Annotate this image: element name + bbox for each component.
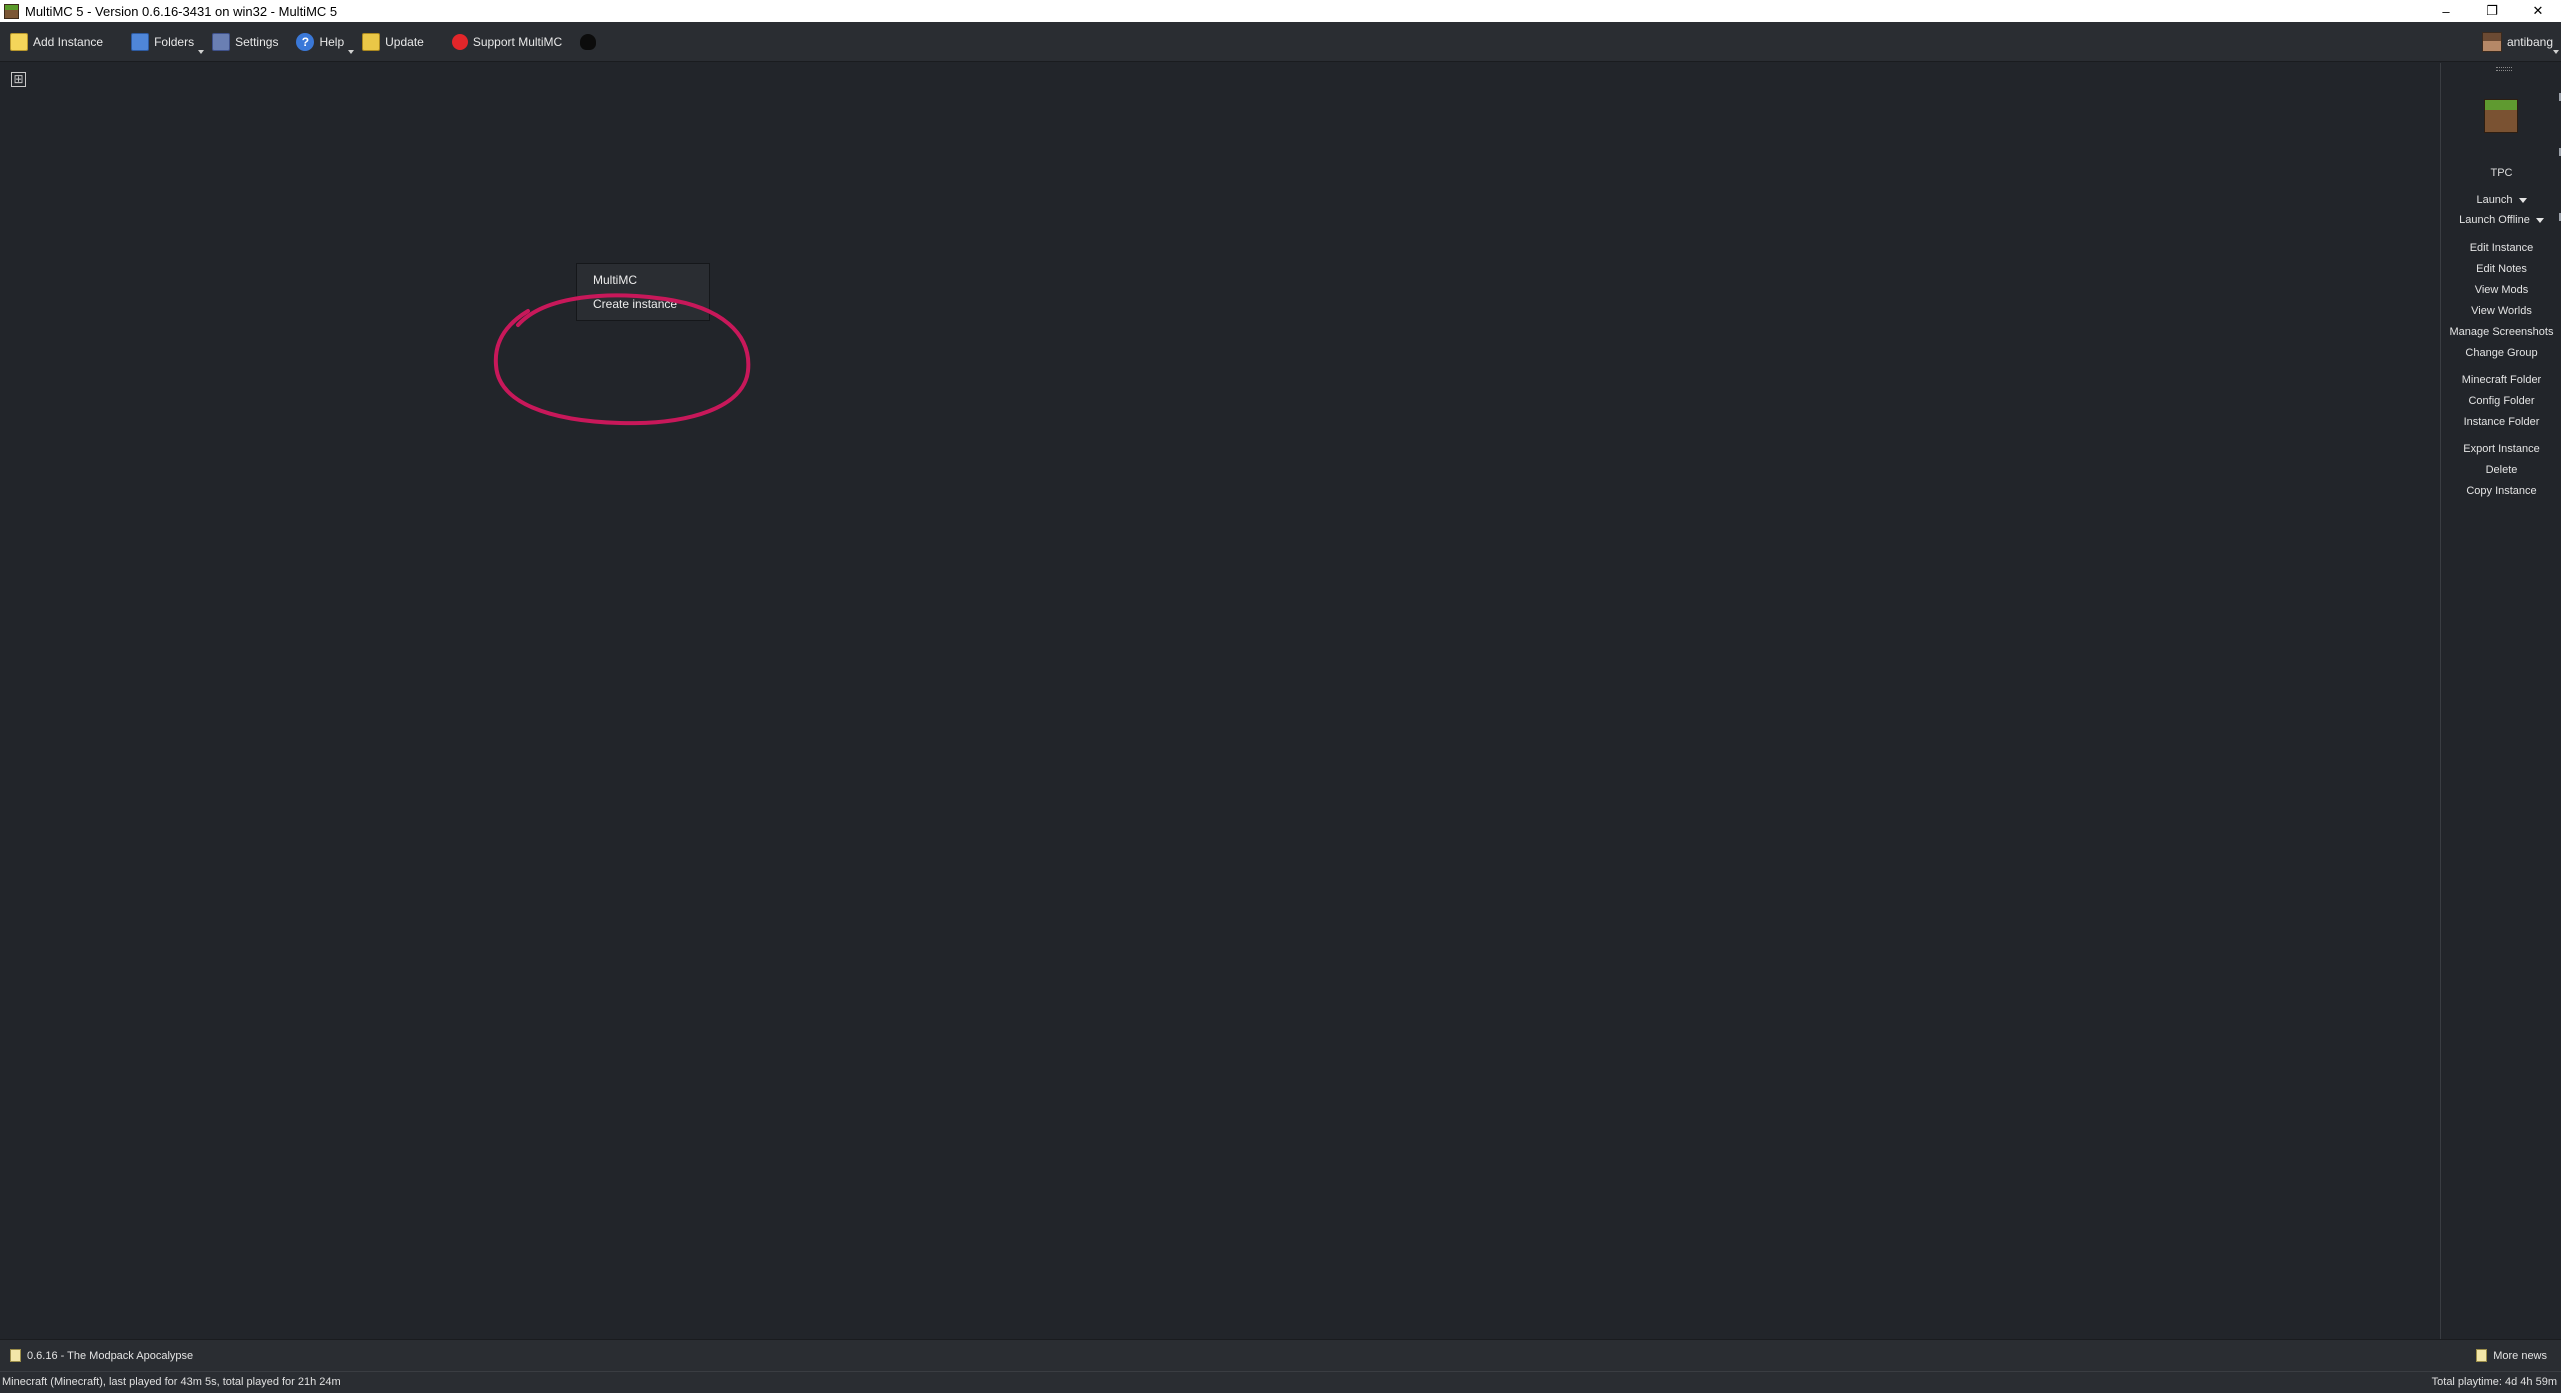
main-toolbar: Add Instance Folders Settings ? Help Upd…: [0, 22, 2561, 62]
status-bar: Minecraft (Minecraft), last played for 4…: [0, 1371, 2561, 1393]
instance-folder-button[interactable]: Instance Folder: [2441, 413, 2561, 431]
news-headline-button[interactable]: 0.6.16 - The Modpack Apocalypse: [10, 1349, 193, 1362]
context-menu: MultiMC Create instance: [576, 263, 710, 321]
copy-instance-button[interactable]: Copy Instance: [2441, 482, 2561, 500]
more-news-label: More news: [2493, 1349, 2547, 1362]
settings-icon: [212, 32, 231, 51]
window-controls: – ❐ ✕: [2423, 0, 2561, 22]
add-instance-button[interactable]: Add Instance: [2, 27, 111, 57]
folders-label: Folders: [154, 34, 195, 49]
grass-block-icon[interactable]: [2484, 99, 2518, 133]
avatar: [2481, 32, 2502, 52]
launch-button[interactable]: Launch: [2441, 191, 2561, 209]
view-worlds-button[interactable]: View Worlds: [2441, 302, 2561, 320]
help-label: Help: [319, 34, 345, 49]
news-icon: [2476, 1349, 2488, 1362]
instance-status: Minecraft (Minecraft), last played for 4…: [2, 1376, 341, 1388]
instance-view[interactable]: ⊞ MultiMC Create instance: [0, 63, 2440, 1339]
account-menu[interactable]: antibang: [2481, 27, 2559, 57]
minecraft-folder-button[interactable]: Minecraft Folder: [2441, 371, 2561, 389]
folders-button[interactable]: Folders: [123, 27, 205, 57]
view-mods-button[interactable]: View Mods: [2441, 281, 2561, 299]
launch-offline-button[interactable]: Launch Offline: [2441, 211, 2561, 229]
export-instance-button[interactable]: Export Instance: [2441, 440, 2561, 458]
create-instance-menu-item[interactable]: Create instance: [577, 292, 709, 316]
update-button[interactable]: Update: [354, 27, 432, 57]
support-label: Support MultiMC: [472, 34, 563, 49]
account-name: antibang: [2506, 35, 2553, 49]
edit-notes-button[interactable]: Edit Notes: [2441, 260, 2561, 278]
title-bar: MultiMC 5 - Version 0.6.16-3431 on win32…: [0, 0, 2561, 22]
edit-instance-button[interactable]: Edit Instance: [2441, 239, 2561, 257]
total-playtime: Total playtime: 4d 4h 59m: [2431, 1376, 2557, 1388]
add-instance-label: Add Instance: [33, 34, 104, 49]
support-button[interactable]: Support MultiMC: [444, 27, 570, 57]
more-news-button[interactable]: More news: [2476, 1349, 2547, 1362]
news-icon: [10, 1349, 21, 1362]
window-title: MultiMC 5 - Version 0.6.16-3431 on win32…: [25, 3, 338, 19]
help-button[interactable]: ? Help: [288, 27, 355, 57]
add-instance-icon: [10, 32, 28, 51]
news-bar: 0.6.16 - The Modpack Apocalypse More new…: [0, 1339, 2561, 1371]
settings-button[interactable]: Settings: [204, 27, 286, 57]
chevron-down-icon: [2518, 197, 2527, 203]
drag-handle[interactable]: [2496, 67, 2512, 71]
minimize-button[interactable]: –: [2423, 0, 2469, 22]
manage-screenshots-button[interactable]: Manage Screenshots: [2441, 323, 2561, 341]
settings-label: Settings: [235, 34, 279, 49]
group-toggle-icon[interactable]: ⊞: [11, 72, 26, 87]
launch-offline-label: Launch Offline: [2459, 214, 2530, 226]
app-icon: [4, 3, 19, 19]
news-headline: 0.6.16 - The Modpack Apocalypse: [27, 1349, 194, 1362]
update-label: Update: [385, 34, 424, 49]
chevron-down-icon: [2553, 50, 2559, 54]
context-menu-header: MultiMC: [593, 273, 637, 287]
instance-toolbar: TPC Launch Launch Offline Edit Instance …: [2440, 63, 2561, 1339]
cat-button[interactable]: [572, 27, 609, 57]
change-group-button[interactable]: Change Group: [2441, 344, 2561, 362]
close-button[interactable]: ✕: [2515, 0, 2561, 22]
update-icon: [362, 32, 381, 51]
maximize-button[interactable]: ❐: [2469, 0, 2515, 22]
delete-button[interactable]: Delete: [2441, 461, 2561, 479]
help-icon: ?: [296, 32, 315, 51]
config-folder-button[interactable]: Config Folder: [2441, 392, 2561, 410]
launch-label: Launch: [2476, 194, 2513, 206]
patreon-icon: [451, 33, 468, 50]
instance-name: TPC: [2490, 167, 2513, 179]
folder-icon: [131, 32, 150, 51]
chevron-down-icon: [2535, 217, 2544, 223]
cat-icon: [580, 33, 597, 50]
